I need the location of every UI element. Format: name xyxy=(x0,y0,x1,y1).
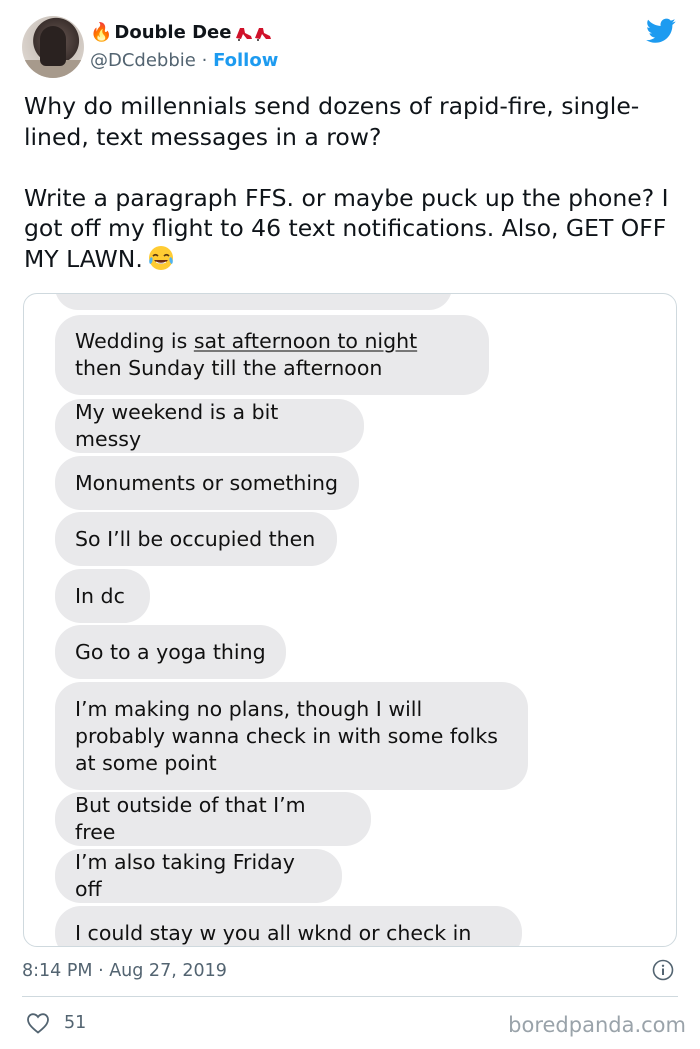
tweet-meta-row: 8:14 PM · Aug 27, 2019 xyxy=(22,958,678,984)
message-text: I’m making no plans, though I will proba… xyxy=(75,696,498,775)
message-text: Wedding is xyxy=(75,329,194,353)
message-bubble: Go to a yoga thing xyxy=(55,625,286,679)
message-text: In dc xyxy=(75,583,125,608)
author-handle[interactable]: @DCdebbie xyxy=(90,50,196,71)
face-with-tears-of-joy-icon xyxy=(148,245,173,270)
tweet-header: 🔥 Double Dee @DCdebbie · Follow xyxy=(22,16,678,80)
twitter-bird-icon[interactable] xyxy=(646,18,676,44)
message-bubble-cut-off xyxy=(55,294,452,310)
message-text: I’m also taking Friday off xyxy=(75,850,295,901)
divider xyxy=(22,996,678,997)
tweet-text: Why do millennials send dozens of rapid-… xyxy=(24,91,674,274)
message-text: Go to a yoga thing xyxy=(75,639,266,664)
message-text: I could stay w you all wknd or check in xyxy=(75,920,472,945)
author-handle-row: @DCdebbie · Follow xyxy=(90,49,278,73)
avatar[interactable] xyxy=(22,16,84,78)
flame-icon: 🔥 xyxy=(90,22,113,43)
message-bubble: I could stay w you all wknd or check in xyxy=(55,906,522,946)
message-text: Monuments or something xyxy=(75,470,339,495)
message-text: My weekend is a bit messy xyxy=(75,400,279,451)
high-heels-icon xyxy=(235,25,272,41)
message-link-text[interactable]: sat afternoon to night xyxy=(194,329,417,353)
like-count: 51 xyxy=(64,1013,87,1033)
message-text: But outside of that I’m free xyxy=(75,793,306,844)
tweet-body: Why do millennials send dozens of rapid-… xyxy=(24,92,669,273)
tweet-actions: 51 xyxy=(26,1010,86,1036)
message-bubble: My weekend is a bit messy xyxy=(55,399,364,453)
author-name-row[interactable]: 🔥 Double Dee xyxy=(90,22,272,44)
text-message-screenshot[interactable]: Wedding is sat afternoon to night then S… xyxy=(23,293,677,947)
message-bubble: Monuments or something xyxy=(55,456,359,510)
message-text: So I’ll be occupied then xyxy=(75,526,316,551)
tweet-timestamp[interactable]: 8:14 PM · Aug 27, 2019 xyxy=(22,961,227,981)
message-text: then Sunday till the afternoon xyxy=(75,356,383,380)
watermark: boredpanda.com xyxy=(508,1013,686,1037)
author-display-name[interactable]: Double Dee xyxy=(114,22,231,44)
heart-icon[interactable] xyxy=(26,1012,50,1034)
separator-dot: · xyxy=(201,50,208,71)
message-bubble: But outside of that I’m free xyxy=(55,792,371,846)
message-bubble: So I’ll be occupied then xyxy=(55,512,337,566)
message-bubble: Wedding is sat afternoon to night then S… xyxy=(55,315,489,395)
message-bubble: I’m also taking Friday off xyxy=(55,849,342,903)
follow-link[interactable]: Follow xyxy=(213,50,278,71)
message-bubble: In dc xyxy=(55,569,150,623)
message-bubble: I’m making no plans, though I will proba… xyxy=(55,682,528,790)
info-icon[interactable] xyxy=(652,959,674,981)
